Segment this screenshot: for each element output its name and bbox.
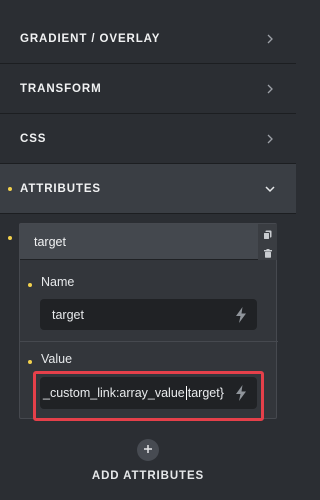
section-label: ATTRIBUTES (20, 182, 101, 195)
trash-icon[interactable] (263, 245, 272, 263)
modified-indicator-dot (28, 360, 32, 364)
section-label: GRADIENT / OVERLAY (20, 32, 161, 45)
modified-indicator-dot (8, 187, 12, 191)
chevron-down-icon (264, 183, 276, 195)
name-field-label: Name (41, 275, 75, 289)
field-divider (20, 341, 278, 342)
section-gradient-overlay[interactable]: GRADIENT / OVERLAY (0, 14, 296, 64)
copy-icon[interactable] (263, 227, 272, 245)
section-label: CSS (20, 132, 47, 145)
chevron-right-icon (264, 133, 276, 145)
bolt-icon[interactable] (235, 306, 247, 323)
add-attribute-button[interactable] (137, 439, 159, 461)
value-field-label: Value (41, 352, 73, 366)
name-input-value: target (52, 307, 84, 322)
plus-icon (143, 441, 153, 459)
add-attributes-label[interactable]: ADD ATTRIBUTES (0, 470, 296, 482)
section-transform[interactable]: TRANSFORM (0, 64, 296, 114)
section-label: TRANSFORM (20, 82, 102, 95)
chevron-right-icon (264, 83, 276, 95)
attribute-item-title: target (34, 234, 66, 249)
attribute-item-tools (258, 224, 277, 260)
highlight-annotation (33, 371, 264, 421)
section-attributes[interactable]: ATTRIBUTES (0, 164, 296, 214)
chevron-right-icon (264, 33, 276, 45)
attribute-item-header[interactable]: target (20, 224, 258, 260)
name-input[interactable]: target (40, 299, 257, 330)
modified-indicator-dot (8, 236, 12, 240)
modified-indicator-dot (28, 283, 32, 287)
section-css[interactable]: CSS (0, 114, 296, 164)
